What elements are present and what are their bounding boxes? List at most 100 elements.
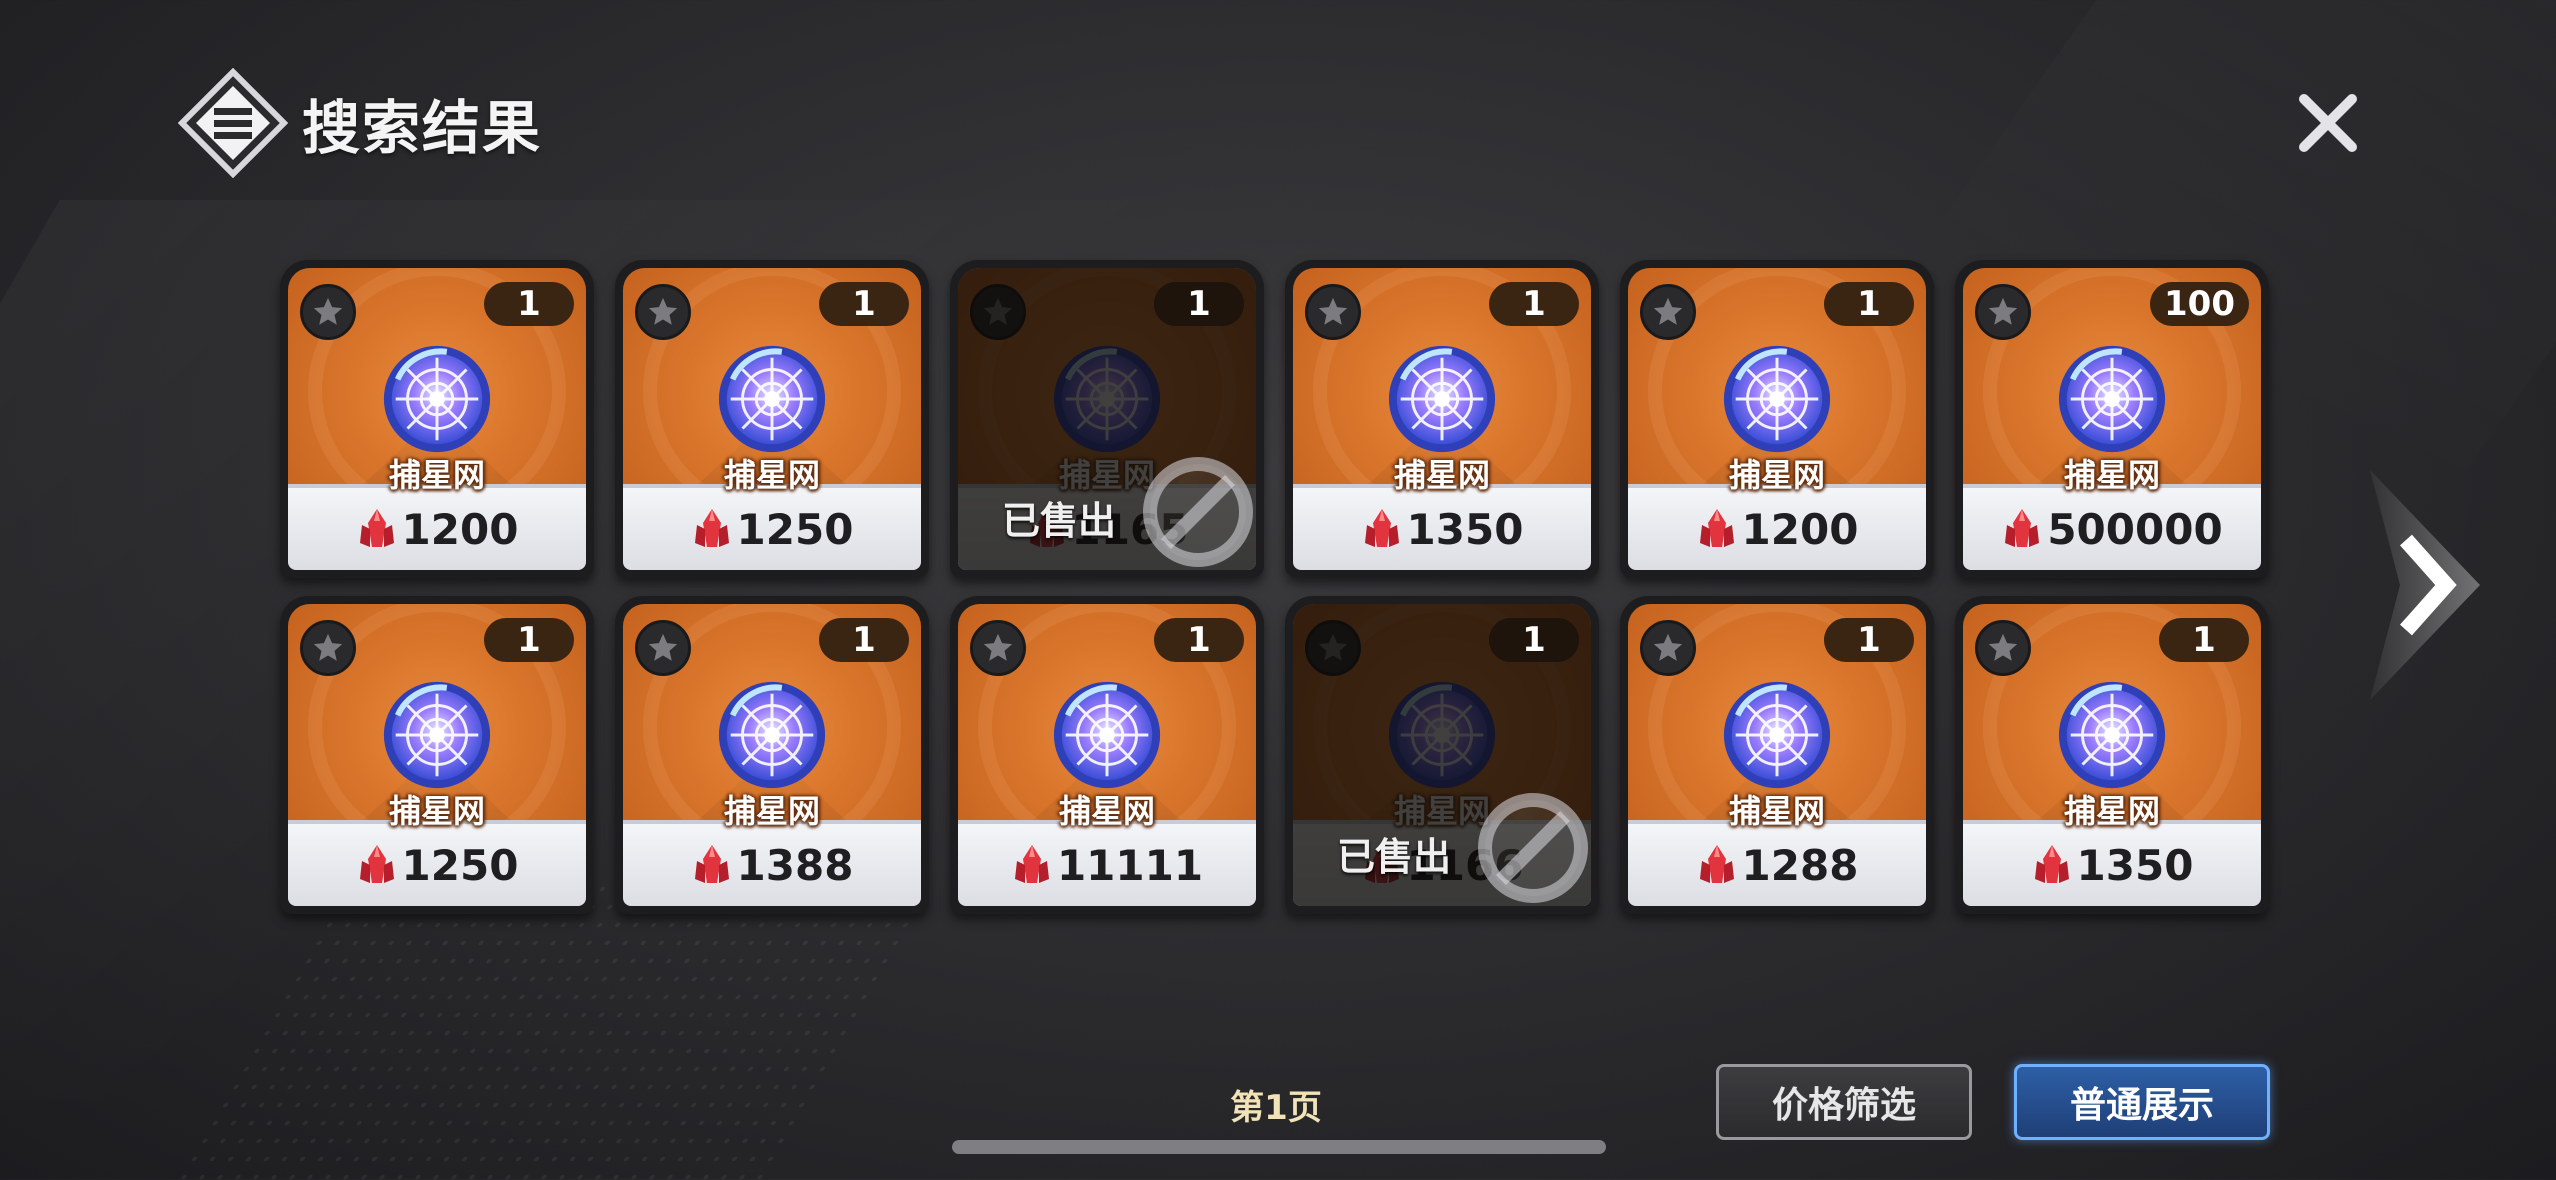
item-card[interactable]: 1 捕星网 1288	[1620, 596, 1934, 914]
crystal-icon	[2031, 843, 2073, 887]
item-card[interactable]: 1 捕星网 1250	[615, 260, 929, 578]
star-icon[interactable]	[635, 620, 691, 676]
item-name: 捕星网	[1393, 456, 1490, 494]
item-card[interactable]: 1 捕星网 1200	[280, 260, 594, 578]
ban-icon	[1473, 788, 1593, 908]
item-name: 捕星网	[388, 456, 485, 494]
card-inner: 1 捕星网 1200	[288, 268, 586, 570]
item-card[interactable]: 1捕星网11661已售出	[1285, 596, 1599, 914]
close-icon[interactable]	[2290, 85, 2366, 161]
price-row: 1250	[288, 832, 586, 898]
quantity-badge: 1	[2159, 618, 2249, 662]
card-inner: 1 捕星网 1250	[288, 604, 586, 906]
item-card[interactable]: 1 捕星网 1350	[1285, 260, 1599, 578]
star-icon[interactable]	[1305, 284, 1361, 340]
star-icon[interactable]	[1975, 284, 2031, 340]
star-net-icon	[713, 340, 831, 458]
item-price: 1388	[736, 840, 854, 890]
item-price: 1200	[1741, 504, 1859, 554]
item-card[interactable]: 1捕星网11651已售出	[950, 260, 1264, 578]
item-price: 1350	[2076, 840, 2194, 890]
item-card[interactable]: 1 捕星网 1388	[615, 596, 929, 914]
star-icon[interactable]	[970, 620, 1026, 676]
crystal-icon	[1696, 843, 1738, 887]
item-name: 捕星网	[723, 792, 820, 830]
card-inner: 1 捕星网 1388	[623, 604, 921, 906]
item-price: 1288	[1741, 840, 1859, 890]
crystal-icon	[356, 843, 398, 887]
item-card[interactable]: 1 捕星网 1200	[1620, 260, 1934, 578]
background-dots	[173, 880, 947, 1180]
price-row: 1200	[1628, 496, 1926, 562]
star-icon[interactable]	[1640, 284, 1696, 340]
star-net-icon	[1718, 676, 1836, 794]
header: 搜索结果	[178, 68, 542, 178]
quantity-badge: 1	[1824, 282, 1914, 326]
price-filter-button[interactable]: 价格筛选	[1716, 1064, 1972, 1140]
star-net-icon	[1383, 340, 1501, 458]
star-net-icon	[378, 340, 496, 458]
quantity-badge: 1	[1489, 282, 1579, 326]
quantity-badge: 100	[2150, 282, 2249, 326]
item-name: 捕星网	[388, 792, 485, 830]
sold-label: 已售出	[1002, 499, 1117, 543]
star-net-icon	[378, 676, 496, 794]
item-name: 捕星网	[723, 456, 820, 494]
card-inner: 1 捕星网 1200	[1628, 268, 1926, 570]
item-name: 捕星网	[1058, 792, 1155, 830]
card-inner: 1 捕星网 11111	[958, 604, 1256, 906]
price-row: 1200	[288, 496, 586, 562]
crystal-icon	[2001, 507, 2043, 551]
crystal-icon	[691, 507, 733, 551]
ban-icon	[1138, 452, 1258, 572]
card-inner: 100 捕星网 500000	[1963, 268, 2261, 570]
item-name: 捕星网	[1728, 792, 1825, 830]
page-title: 搜索结果	[302, 94, 543, 162]
crystal-icon	[1011, 843, 1053, 887]
menu-diamond-icon	[178, 68, 288, 178]
price-row: 11111	[958, 832, 1256, 898]
star-net-icon	[1718, 340, 1836, 458]
home-indicator[interactable]	[952, 1140, 1606, 1154]
normal-display-button[interactable]: 普通展示	[2014, 1064, 2270, 1140]
item-grid: 1捕星网12001捕星网12501捕星网11651已售出1捕星网13501捕星网…	[280, 260, 2280, 920]
crystal-icon	[691, 843, 733, 887]
star-net-icon	[2053, 676, 2171, 794]
card-inner: 1 捕星网 1288	[1628, 604, 1926, 906]
item-price: 500000	[2047, 504, 2223, 554]
card-inner: 1 捕星网 1350	[1963, 604, 2261, 906]
card-inner: 1 捕星网 1350	[1293, 268, 1591, 570]
sold-label: 已售出	[1337, 835, 1452, 879]
price-row: 1388	[623, 832, 921, 898]
star-icon[interactable]	[1640, 620, 1696, 676]
item-price: 11111	[1056, 840, 1204, 890]
item-price: 1250	[401, 840, 519, 890]
item-card[interactable]: 1 捕星网 11111	[950, 596, 1264, 914]
quantity-badge: 1	[484, 618, 574, 662]
price-row: 1250	[623, 496, 921, 562]
crystal-icon	[1696, 507, 1738, 551]
crystal-icon	[356, 507, 398, 551]
quantity-badge: 1	[1154, 282, 1244, 326]
star-icon[interactable]	[300, 620, 356, 676]
price-row: 1288	[1628, 832, 1926, 898]
item-card[interactable]: 1 捕星网 1350	[1955, 596, 2269, 914]
quantity-badge: 1	[1154, 618, 1244, 662]
star-icon[interactable]	[300, 284, 356, 340]
quantity-badge: 1	[1489, 618, 1579, 662]
price-row: 1350	[1293, 496, 1591, 562]
quantity-badge: 1	[484, 282, 574, 326]
item-price: 1250	[736, 504, 854, 554]
item-card[interactable]: 100 捕星网 500000	[1955, 260, 2269, 578]
price-row: 1350	[1963, 832, 2261, 898]
star-icon[interactable]	[1975, 620, 2031, 676]
page-indicator: 第1页	[1230, 1088, 1322, 1128]
quantity-badge: 1	[819, 618, 909, 662]
chevron-right-icon[interactable]	[2360, 470, 2480, 700]
item-price: 1200	[401, 504, 519, 554]
star-net-icon	[2053, 340, 2171, 458]
item-card[interactable]: 1 捕星网 1250	[280, 596, 594, 914]
star-net-icon	[1048, 676, 1166, 794]
crystal-icon	[1361, 507, 1403, 551]
star-icon[interactable]	[635, 284, 691, 340]
